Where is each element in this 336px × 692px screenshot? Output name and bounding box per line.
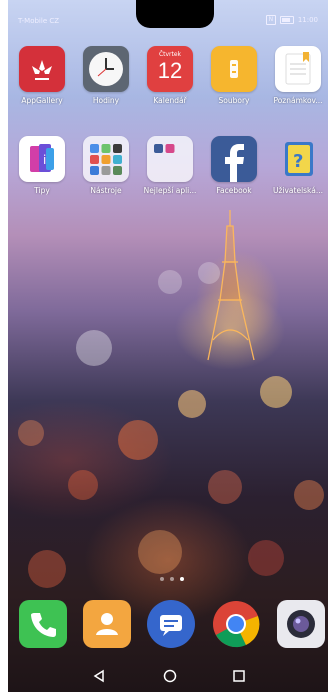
clock-time: 11:00 xyxy=(297,16,318,24)
camera-icon xyxy=(277,600,325,648)
page-dot-active[interactable] xyxy=(180,577,184,581)
clock-icon xyxy=(83,46,129,92)
home-screen: T-Mobile CZ N 11:00 AppGallery Hodiny Čt… xyxy=(8,0,328,692)
calendar-icon: Čtvrtek 12 xyxy=(147,46,193,92)
home-button[interactable] xyxy=(161,667,179,685)
messages-icon xyxy=(147,600,195,648)
facebook-icon xyxy=(211,136,257,182)
tools-folder-icon xyxy=(83,136,129,182)
carrier-name: T-Mobile CZ xyxy=(18,17,60,25)
home-icon xyxy=(163,669,177,683)
back-button[interactable] xyxy=(90,667,108,685)
navigation-bar xyxy=(8,657,328,692)
chrome-icon xyxy=(213,601,260,648)
notes-icon xyxy=(275,46,321,92)
dock-phone[interactable] xyxy=(19,600,67,648)
folder-top-apps[interactable]: Nejlepší apli... xyxy=(140,136,200,195)
appgallery-icon xyxy=(19,46,65,92)
app-user-guide[interactable]: ? Uživatelská... xyxy=(268,136,328,195)
user-guide-icon: ? xyxy=(275,136,321,182)
dock-camera[interactable] xyxy=(277,600,325,648)
top-apps-folder-icon xyxy=(147,136,193,182)
svg-text:i: i xyxy=(43,153,46,167)
dock-chrome[interactable] xyxy=(212,600,260,648)
battery-icon xyxy=(279,16,294,24)
recents-button[interactable] xyxy=(230,667,248,685)
phone-icon xyxy=(19,600,67,648)
recents-icon xyxy=(233,670,245,682)
dock-contacts[interactable] xyxy=(83,600,131,648)
svg-text:?: ? xyxy=(293,151,303,172)
contacts-icon xyxy=(83,600,131,648)
page-indicator xyxy=(160,577,184,581)
page-dot[interactable] xyxy=(170,577,174,581)
app-appgallery[interactable]: AppGallery xyxy=(12,46,72,105)
back-icon xyxy=(93,669,104,683)
page-dot[interactable] xyxy=(160,577,164,581)
app-facebook[interactable]: Facebook xyxy=(204,136,264,195)
calendar-day-name: Čtvrtek xyxy=(158,51,182,58)
calendar-day-number: 12 xyxy=(157,58,183,83)
dock-messages[interactable] xyxy=(147,600,195,648)
status-bar: T-Mobile CZ N 11:00 xyxy=(8,0,328,25)
app-notes[interactable]: Poznámkov... xyxy=(268,46,328,105)
nfc-icon: N xyxy=(265,15,276,25)
folder-tools[interactable]: Nástroje xyxy=(76,136,136,195)
status-indicators: N 11:00 xyxy=(265,15,318,25)
app-files[interactable]: Soubory xyxy=(204,46,264,105)
files-icon xyxy=(211,46,257,92)
app-tips[interactable]: i Tipy xyxy=(12,136,72,195)
app-clock[interactable]: Hodiny xyxy=(76,46,136,105)
app-calendar[interactable]: Čtvrtek 12 Kalendář xyxy=(140,46,200,105)
tips-icon: i xyxy=(19,136,65,182)
